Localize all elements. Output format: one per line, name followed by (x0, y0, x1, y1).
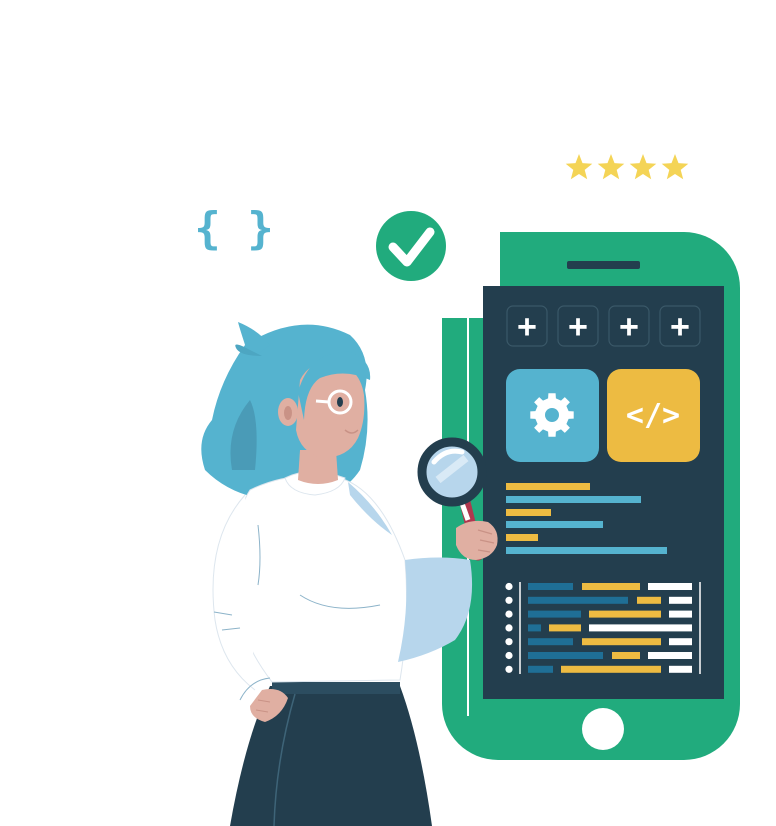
star-icon (629, 154, 657, 180)
illustration: { } + + + + </> (194, 154, 740, 826)
phone-speaker (567, 261, 640, 269)
plus-icon: + (568, 307, 587, 345)
plus-icon: + (517, 307, 536, 345)
braces-icon: { } (194, 203, 273, 254)
star-icon (565, 154, 593, 180)
rating-stars (565, 154, 689, 180)
phone-home-button[interactable] (582, 708, 624, 750)
plus-icon: + (670, 307, 689, 345)
star-icon (597, 154, 625, 180)
phone-screen (483, 286, 724, 699)
star-icon (661, 154, 689, 180)
checkmark-icon (376, 211, 446, 281)
code-tile-label: </> (626, 398, 680, 433)
shirt (234, 475, 408, 683)
gear-icon (530, 393, 574, 437)
plus-icon: + (619, 307, 638, 345)
